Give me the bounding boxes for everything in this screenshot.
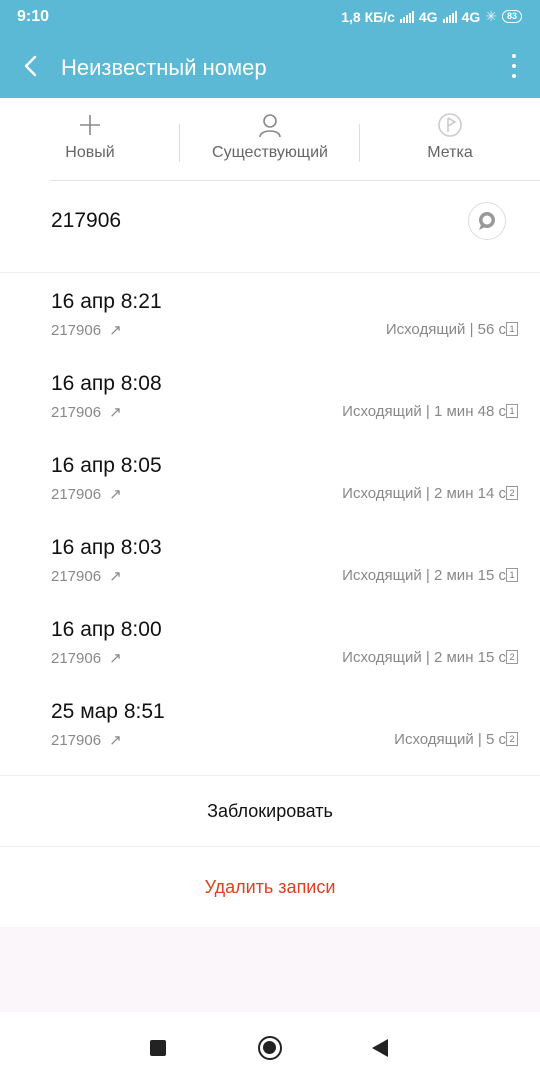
message-icon (479, 212, 495, 230)
call-datetime: 25 мар 8:51 (51, 700, 165, 723)
call-datetime: 16 апр 8:00 (51, 618, 162, 641)
status-time: 9:10 (17, 8, 50, 25)
call-number-text: 217906 (51, 485, 102, 503)
list-item[interactable]: 16 апр 8:05 217906 ↗ Исходящий | 2 мин 14… (0, 437, 540, 519)
call-history-list: 16 апр 8:21 217906 ↗ Исходящий | 56 с 1 1… (0, 273, 540, 765)
list-item[interactable]: 16 апр 8:21 217906 ↗ Исходящий | 56 с 1 (0, 273, 540, 355)
call-number-text: 217906 (51, 649, 102, 667)
tag-icon (360, 110, 540, 140)
outgoing-arrow-icon: ↗ (109, 650, 122, 667)
call-number-text: 217906 (51, 321, 102, 339)
outgoing-arrow-icon: ↗ (109, 568, 122, 585)
network-speed: 1,8 КБ/с (341, 8, 395, 25)
sim-icon: 1 (506, 404, 518, 418)
existing-contact-button[interactable]: Существующий (180, 110, 360, 162)
call-number: 217906 ↗ (51, 649, 122, 668)
call-datetime: 16 апр 8:08 (51, 372, 162, 395)
contact-details: Новый Существующий Метка 217906 16 апр 8… (0, 98, 540, 927)
back-icon[interactable] (372, 1039, 388, 1057)
list-item[interactable]: 16 апр 8:08 217906 ↗ Исходящий | 1 мин 48… (0, 355, 540, 437)
signal-icon (442, 10, 457, 23)
call-info: Исходящий | 2 мин 15 с (342, 649, 506, 666)
call-number: 217906 ↗ (51, 403, 122, 422)
sim-icon: 2 (506, 486, 518, 500)
signal-icon (399, 10, 414, 23)
sim-icon: 2 (506, 650, 518, 664)
list-item[interactable]: 25 мар 8:51 217906 ↗ Исходящий | 5 с 2 (0, 683, 540, 765)
person-icon (180, 110, 360, 140)
call-number-text: 217906 (51, 567, 102, 585)
loading-icon: ✳ (485, 8, 497, 24)
list-item[interactable]: 16 апр 8:00 217906 ↗ Исходящий | 2 мин 15… (0, 601, 540, 683)
call-info: Исходящий | 1 мин 48 с (342, 403, 506, 420)
more-vert-icon[interactable] (510, 54, 518, 78)
call-number-text: 217906 (51, 731, 102, 749)
call-info: Исходящий | 2 мин 14 с (342, 485, 506, 502)
outgoing-arrow-icon: ↗ (109, 404, 122, 421)
sim-icon: 2 (506, 732, 518, 746)
call-datetime: 16 апр 8:03 (51, 536, 162, 559)
page-title: Неизвестный номер (61, 55, 267, 80)
message-button[interactable] (468, 202, 506, 240)
outgoing-arrow-icon: ↗ (109, 732, 122, 749)
outgoing-arrow-icon: ↗ (109, 486, 122, 503)
chevron-left-icon[interactable] (18, 52, 46, 80)
existing-contact-label: Существующий (212, 144, 328, 161)
tag-button[interactable]: Метка (360, 110, 540, 162)
plus-icon (0, 110, 180, 140)
navigation-bar (0, 1012, 540, 1080)
outgoing-arrow-icon: ↗ (109, 322, 122, 339)
recents-icon[interactable] (150, 1040, 166, 1056)
sim-icon: 1 (506, 568, 518, 582)
new-contact-label: Новый (65, 144, 115, 161)
call-info: Исходящий | 56 с (385, 321, 506, 338)
network-type-1: 4G (418, 8, 438, 25)
call-info: Исходящий | 2 мин 15 с (342, 567, 506, 584)
call-number: 217906 ↗ (51, 485, 122, 504)
list-item[interactable]: 16 апр 8:03 217906 ↗ Исходящий | 2 мин 15… (0, 519, 540, 601)
delete-records-button[interactable]: Удалить записи (0, 847, 540, 927)
home-icon[interactable] (258, 1036, 282, 1060)
call-datetime: 16 апр 8:21 (51, 290, 162, 313)
call-info: Исходящий | 5 с (394, 731, 506, 748)
phone-number: 217906 (51, 209, 122, 232)
battery-icon: 83 (501, 10, 522, 23)
sim-icon: 1 (506, 322, 518, 336)
call-number: 217906 ↗ (51, 321, 122, 340)
block-button[interactable]: Заблокировать (0, 776, 540, 846)
call-number: 217906 ↗ (51, 731, 122, 750)
phone-number-row[interactable]: 217906 (0, 181, 540, 273)
status-bar: 9:10 1,8 КБ/с 4G 4G ✳ 83 (0, 0, 540, 34)
new-contact-button[interactable]: Новый (0, 110, 180, 162)
action-row: Новый Существующий Метка (0, 98, 540, 180)
call-datetime: 16 апр 8:05 (51, 454, 162, 477)
app-bar: Неизвестный номер (0, 34, 540, 98)
status-indicators: 1,8 КБ/с 4G 4G ✳ 83 (341, 8, 522, 25)
call-number: 217906 ↗ (51, 567, 122, 586)
network-type-2: 4G (461, 8, 481, 25)
tag-label: Метка (427, 144, 473, 161)
call-number-text: 217906 (51, 403, 102, 421)
